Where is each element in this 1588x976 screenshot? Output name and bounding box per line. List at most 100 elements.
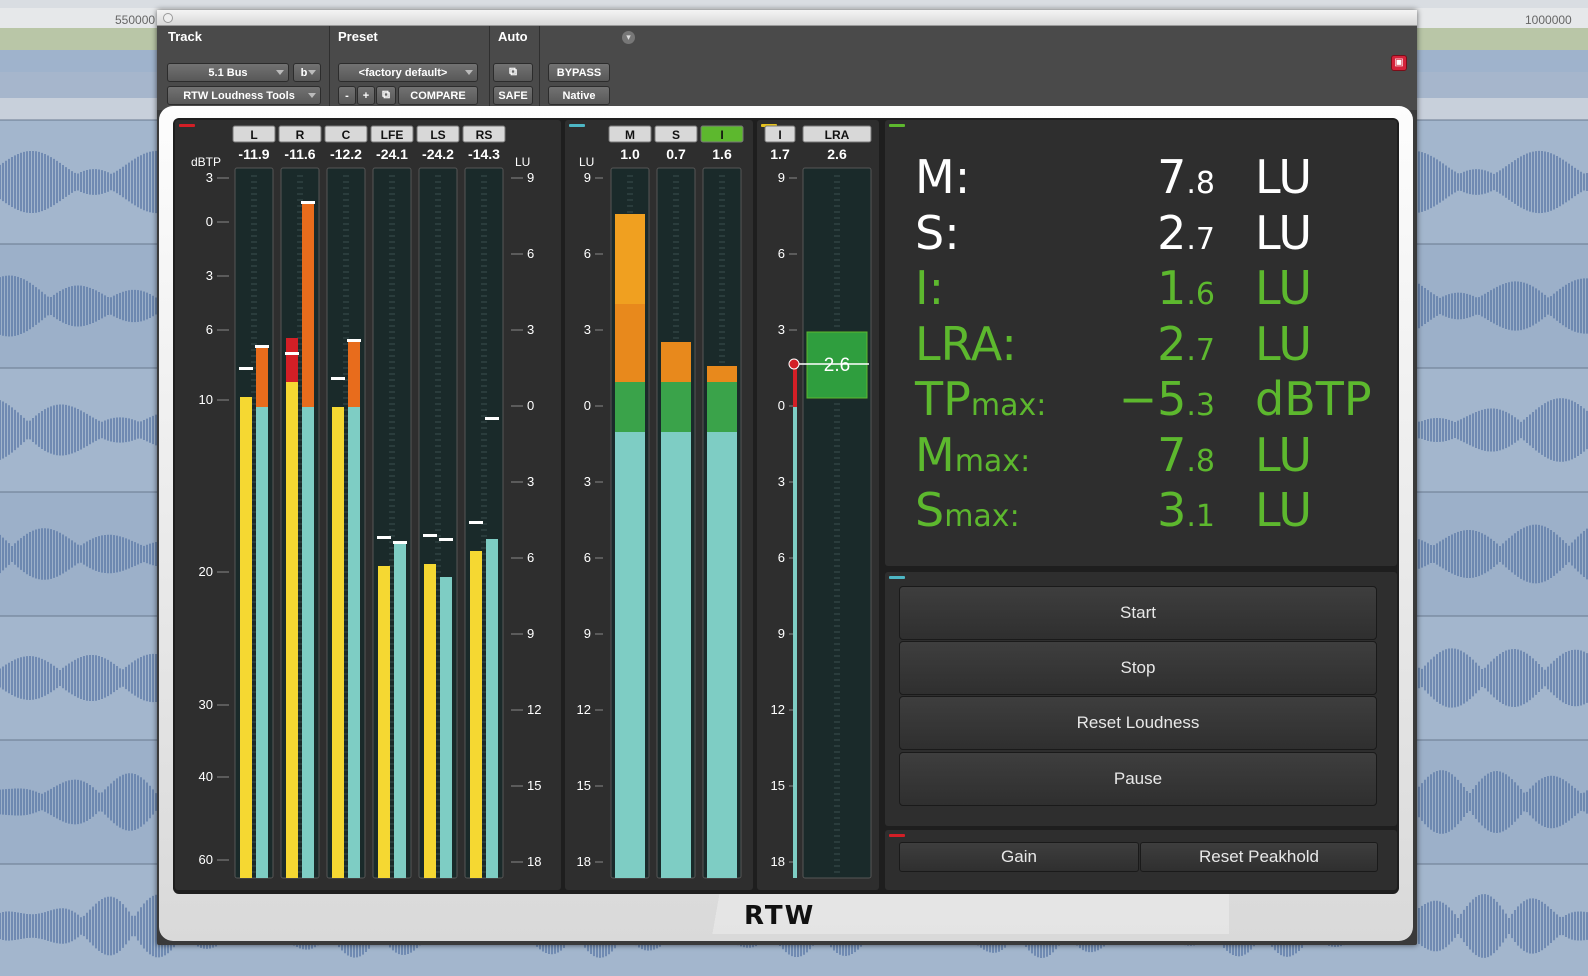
bypass-button[interactable]: BYPASS — [548, 63, 610, 82]
readout-unit: dBTP — [1255, 372, 1372, 426]
channel-name-c: C — [342, 128, 351, 142]
true-peak-bar — [470, 551, 482, 878]
channel-peak-value: -11.6 — [284, 146, 315, 162]
preset-label: Preset — [338, 29, 378, 44]
pause-label: Pause — [1113, 769, 1163, 788]
track-select-label: 5.1 Bus — [208, 66, 248, 79]
loudness-tick-label: 9 — [584, 170, 591, 185]
readout-name: LRA: — [915, 316, 1017, 371]
readout-row: LRA: 2.7 LU — [885, 317, 1405, 372]
readout-unit: LU — [1255, 483, 1313, 537]
track-select[interactable]: 5.1 Bus — [167, 63, 289, 82]
dbtp-tick-label: 10 — [199, 392, 213, 407]
meter-track — [802, 167, 872, 879]
window-titlebar[interactable] — [157, 10, 1417, 26]
loudness-meter-svg: LU 9 6 3 0 3 6 9 12 15 18 M 1.0 S 0.7 I 1.6 — [577, 125, 744, 879]
channel-name-l: L — [250, 128, 257, 142]
dbtp-tick-label: 0 — [206, 214, 213, 229]
reset-loudness-label: Reset Loudness — [1076, 713, 1200, 732]
integrated-label: I — [778, 128, 781, 142]
channel-peak-value: -12.2 — [330, 146, 362, 162]
lu-tick-label: 15 — [527, 778, 541, 793]
lra-tick-label: 3 — [778, 322, 785, 337]
loudness-tick-label: 3 — [584, 474, 591, 489]
channel-peak-value: -11.9 — [238, 146, 269, 162]
safe-button[interactable]: SAFE — [493, 86, 533, 105]
loudness-tick-label: 15 — [577, 778, 591, 793]
lu-tick-label: 18 — [527, 854, 541, 869]
loudness-bar-name-i: I — [720, 128, 723, 142]
lu-tick-label: 9 — [527, 626, 534, 641]
pause-button[interactable]: Pause — [899, 752, 1377, 806]
peak-hold-marker — [239, 367, 253, 370]
track-variant-select[interactable]: b — [293, 63, 321, 82]
channel-name-lfe: LFE — [381, 128, 404, 142]
peak-hold-marker — [377, 536, 391, 539]
lra-tick-label: 12 — [771, 702, 785, 717]
bypass-label: BYPASS — [556, 66, 602, 79]
integrated-value: 1.7 — [770, 146, 790, 162]
readout-value: 7.8 — [1157, 150, 1215, 204]
lu-tick-label: 6 — [527, 550, 534, 565]
plugin-alert-icon[interactable]: ▣ — [1391, 55, 1407, 71]
plugin-select-label: RTW Loudness Tools — [183, 89, 295, 102]
true-peak-bar — [240, 397, 252, 878]
loudness-bar — [486, 539, 498, 878]
readout-unit: LU — [1255, 261, 1313, 315]
auto-window-icon[interactable]: ⧉ — [493, 63, 533, 82]
dbtp-unit-label: dBTP — [191, 155, 221, 169]
meter-area: dBTP LU 3 0 3 6 10 20 30 40 60 9 6 3 0 3 6 9 12 15 18 L -11.… — [173, 118, 1399, 894]
preset-copy-icon[interactable]: ⧉ — [376, 86, 396, 105]
preset-menu-icon[interactable]: ▾ — [622, 31, 635, 44]
lra-label: LRA — [825, 128, 850, 142]
stop-button[interactable]: Stop — [899, 641, 1377, 695]
track-label: Track — [168, 29, 202, 44]
channel-meter-svg: dBTP LU 303610203040609630369121518L-11.… — [191, 125, 541, 879]
readout-panel: M: 7.8 LU S: 2.7 LU I: 1.6 LU LRA: 2.7 LU TPmax: −5.3… — [885, 120, 1397, 566]
readout-value: 1.6 — [1157, 261, 1215, 315]
loudness-bar — [302, 337, 314, 878]
compare-button[interactable]: COMPARE — [398, 86, 478, 105]
loudness-meter-panel: LU 9 6 3 0 3 6 9 12 15 18 M 1.0 S 0.7 I 1.6 — [565, 120, 753, 890]
loudness-tick-label: 0 — [584, 398, 591, 413]
integrated-marker — [788, 358, 800, 370]
gain-button[interactable]: Gain — [899, 842, 1139, 872]
preset-select-label: <factory default> — [358, 66, 448, 79]
peak-over-segment — [286, 338, 298, 382]
timeline-marker-right: 1000000 — [1525, 13, 1572, 27]
readout-row: S: 2.7 LU — [885, 206, 1405, 261]
preset-select[interactable]: <factory default> — [338, 63, 478, 82]
readout-row: M: 7.8 LU — [885, 150, 1405, 205]
plugin-header: Track Preset Auto ▾ 5.1 Bus b RTW Loudne… — [157, 26, 1417, 110]
reset-loudness-button[interactable]: Reset Loudness — [899, 696, 1377, 750]
lra-tick-label: 15 — [771, 778, 785, 793]
loudness-tick-label: 6 — [584, 246, 591, 261]
stop-label: Stop — [1120, 658, 1156, 677]
readout-row: I: 1.6 LU — [885, 261, 1405, 316]
loudness-tick-label: 3 — [584, 322, 591, 337]
readout-name: Smax: — [915, 483, 1020, 537]
plugin-faceplate: dBTP LU 3 0 3 6 10 20 30 40 60 9 6 3 0 3 6 9 12 15 18 L -11.… — [159, 106, 1413, 941]
channel-meter-panel: dBTP LU 3 0 3 6 10 20 30 40 60 9 6 3 0 3 6 9 12 15 18 L -11.… — [175, 120, 561, 890]
dbtp-tick-label: 3 — [206, 268, 213, 283]
loudness-bar-value: 0.7 — [666, 146, 686, 162]
dbtp-tick-label: 3 — [206, 170, 213, 185]
start-button[interactable]: Start — [899, 586, 1377, 640]
lra-tick-label: 6 — [778, 246, 785, 261]
preset-next-button[interactable]: + — [357, 86, 375, 105]
reset-peakhold-button[interactable]: Reset Peakhold — [1140, 842, 1378, 872]
overload-segment — [348, 342, 360, 407]
lra-tick-label: 3 — [778, 474, 785, 489]
loudness-tick-label: 9 — [584, 626, 591, 641]
measurement-controls-panel: Start Stop Reset Loudness Pause — [885, 572, 1397, 826]
lu-tick-label: 3 — [527, 474, 534, 489]
plugin-window: Track Preset Auto ▾ 5.1 Bus b RTW Loudne… — [157, 10, 1417, 945]
readout-name: M: — [915, 150, 971, 204]
preset-prev-button[interactable]: - — [338, 86, 356, 105]
native-button[interactable]: Native — [548, 86, 610, 105]
lra-tick-label: 6 — [778, 550, 785, 565]
peak-hold-marker — [285, 352, 299, 355]
readout-value: 2.7 — [1157, 316, 1215, 371]
window-close-icon[interactable] — [163, 13, 173, 23]
plugin-select[interactable]: RTW Loudness Tools — [167, 86, 321, 105]
